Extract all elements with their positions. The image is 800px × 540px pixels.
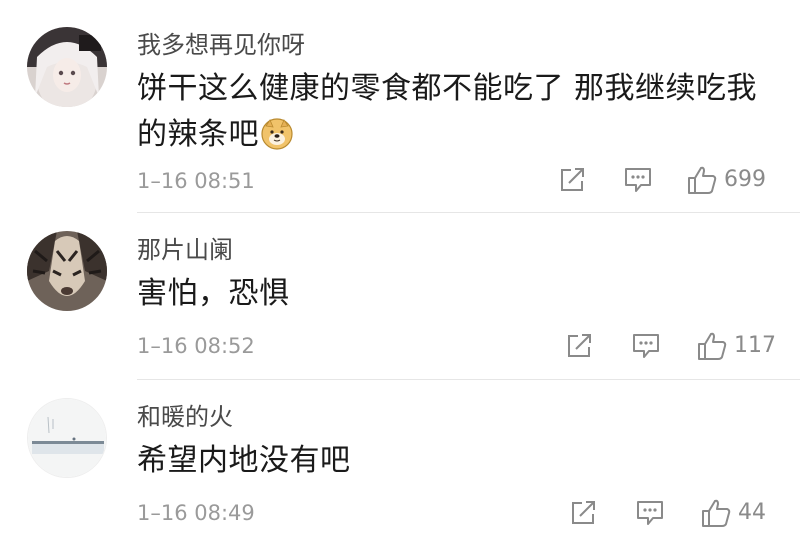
thumbs-up-icon <box>698 332 727 360</box>
username[interactable]: 那片山阑 <box>137 235 233 265</box>
username[interactable]: 和暖的火 <box>137 402 233 432</box>
share-button[interactable] <box>566 497 602 529</box>
share-button[interactable] <box>562 330 598 362</box>
like-button[interactable]: 117 <box>696 328 776 364</box>
share-icon <box>568 334 591 357</box>
like-count: 699 <box>724 167 766 192</box>
avatar[interactable] <box>27 398 107 478</box>
timestamp: 1–16 08:49 <box>137 501 255 525</box>
comment-item: 那片山阑 害怕，恐惧 1–16 08:52 117 <box>0 213 800 379</box>
avatar-landscape-image <box>28 399 106 477</box>
like-count: 117 <box>734 333 776 358</box>
reply-button[interactable] <box>628 330 664 362</box>
thumbs-up-icon <box>702 499 731 527</box>
like-count: 44 <box>738 500 766 525</box>
comment-text: 害怕，恐惧 <box>137 276 290 311</box>
comment-icon <box>637 501 663 525</box>
avatar-girl-image <box>27 27 107 107</box>
like-button[interactable]: 44 <box>700 495 766 531</box>
timestamp: 1–16 08:52 <box>137 334 255 358</box>
timestamp: 1–16 08:51 <box>137 169 255 193</box>
comment-text-content: 饼干这么健康的零食都不能吃了 那我继续吃我的辣条吧 <box>137 71 758 152</box>
comment-item: 我多想再见你呀 饼干这么健康的零食都不能吃了 那我继续吃我的辣条吧 1–16 0… <box>0 0 800 212</box>
avatar[interactable] <box>27 27 107 107</box>
comment-icon <box>633 334 659 358</box>
comment-text: 饼干这么健康的零食都不能吃了 那我继续吃我的辣条吧 <box>137 66 777 164</box>
like-button[interactable]: 699 <box>686 162 766 198</box>
comment-item: 和暖的火 希望内地没有吧 1–16 08:49 44 <box>0 380 800 540</box>
comment-text: 希望内地没有吧 <box>137 443 351 478</box>
reply-button[interactable] <box>632 497 668 529</box>
username[interactable]: 我多想再见你呀 <box>137 30 305 60</box>
thumbs-up-icon <box>688 166 717 194</box>
avatar-tiger-image <box>27 231 107 311</box>
doge-emoji-icon <box>261 118 293 164</box>
avatar[interactable] <box>27 231 107 311</box>
reply-button[interactable] <box>620 164 656 196</box>
share-icon <box>572 501 595 524</box>
comment-icon <box>625 168 651 192</box>
share-icon <box>561 168 584 191</box>
share-button[interactable] <box>555 164 591 196</box>
